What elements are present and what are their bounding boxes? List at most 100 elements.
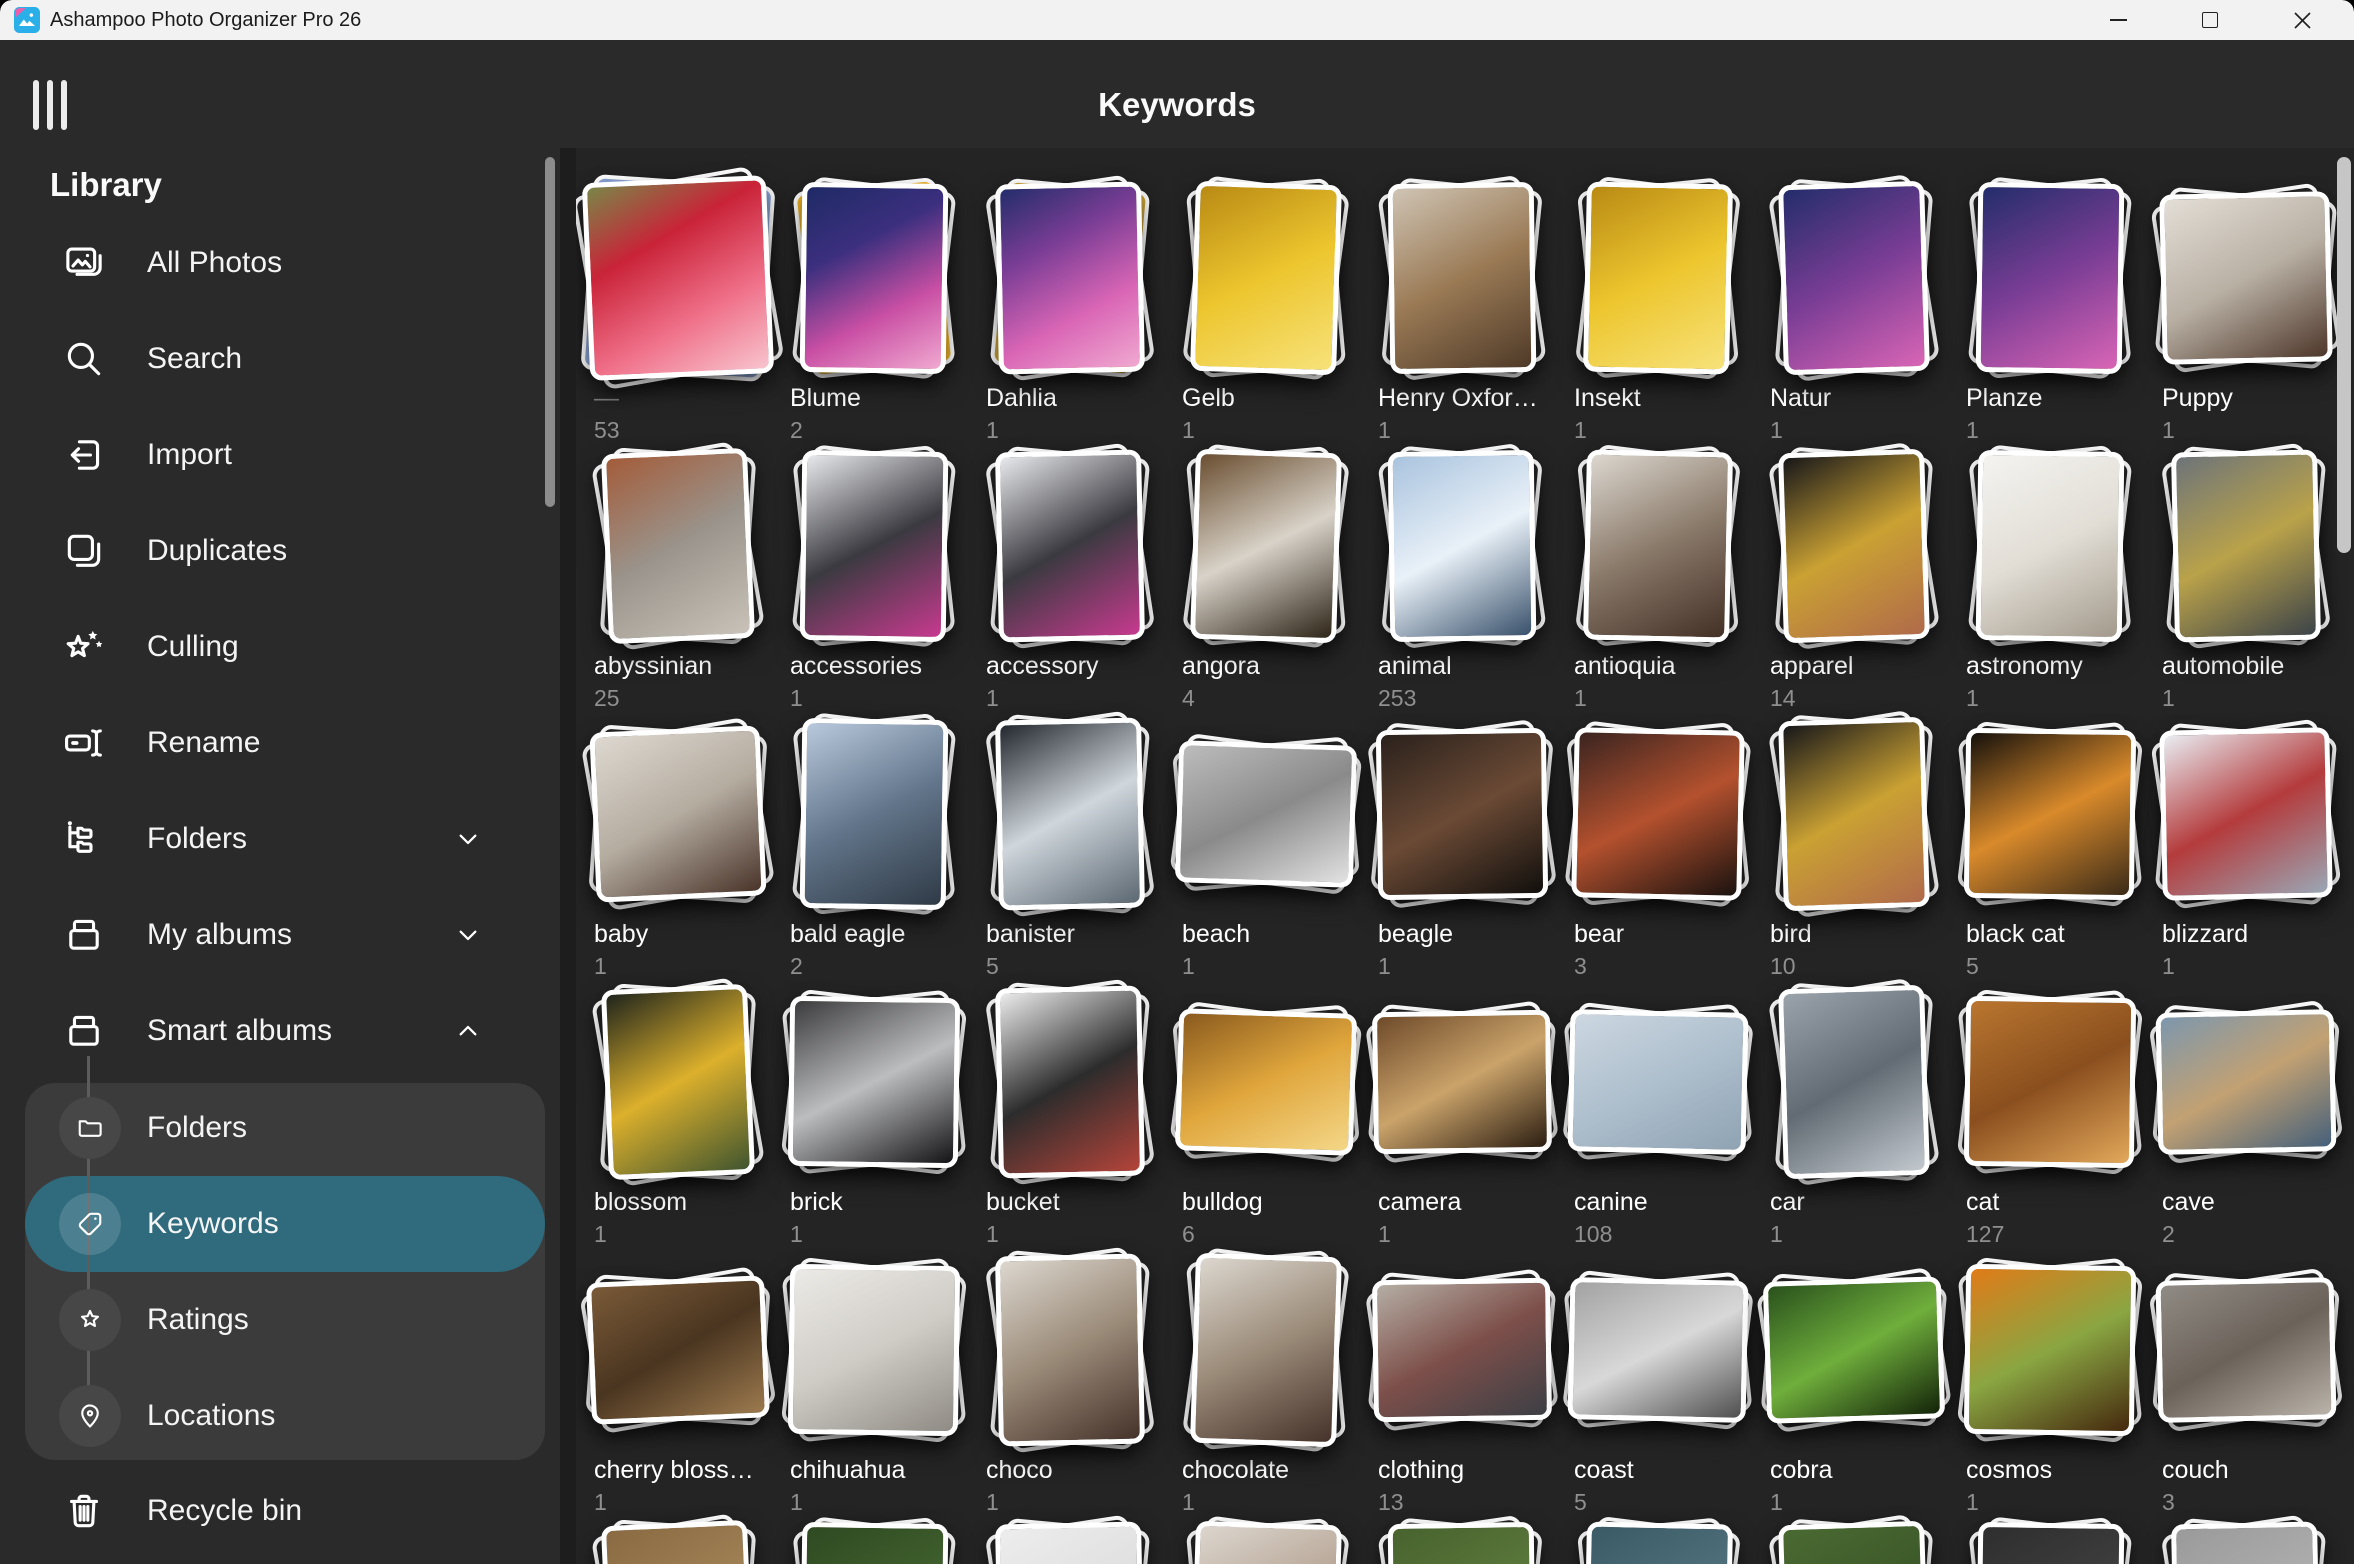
keyword-tile[interactable]: cosmos 1 xyxy=(1952,1250,2148,1518)
photo-stack xyxy=(1958,178,2142,378)
sidebar-item-import[interactable]: Import xyxy=(0,425,545,485)
sidebar-item-rename[interactable]: Rename xyxy=(0,713,545,773)
keyword-tile[interactable] xyxy=(1364,1518,1560,1564)
keyword-tile[interactable]: baby 1 xyxy=(580,714,776,982)
sidebar-item-duplicates[interactable]: Duplicates xyxy=(0,521,545,581)
keyword-tile[interactable] xyxy=(580,1518,776,1564)
keyword-thumbnail xyxy=(1763,1276,1945,1424)
keyword-tile[interactable]: astronomy 1 xyxy=(1952,446,2148,714)
sidebar-item-all-photos[interactable]: All Photos xyxy=(0,233,545,293)
keyword-tile[interactable]: apparel 14 xyxy=(1756,446,1952,714)
keyword-tile[interactable] xyxy=(1168,1518,1364,1564)
keyword-tile[interactable]: beach 1 xyxy=(1168,714,1364,982)
keyword-tile[interactable]: Gelb 1 xyxy=(1168,178,1364,446)
keyword-tile[interactable]: bucket 1 xyxy=(972,982,1168,1250)
keyword-tile[interactable]: chocolate 1 xyxy=(1168,1250,1364,1518)
sidebar-item-label: Folders xyxy=(147,822,247,856)
sidebar-item-search[interactable]: Search xyxy=(0,329,545,389)
keyword-tile[interactable]: bulldog 6 xyxy=(1168,982,1364,1250)
keyword-count: 4 xyxy=(1182,685,1364,712)
photo-stack xyxy=(1566,714,1750,914)
close-button[interactable] xyxy=(2279,0,2325,40)
keyword-tile[interactable]: camera 1 xyxy=(1364,982,1560,1250)
keyword-tile[interactable]: chihuahua 1 xyxy=(776,1250,972,1518)
titlebar: Ashampoo Photo Organizer Pro 26 xyxy=(0,0,2354,40)
keyword-tile[interactable] xyxy=(972,1518,1168,1564)
sidebar-item-my-albums[interactable]: My albums xyxy=(0,905,545,965)
keyword-tile[interactable]: accessories 1 xyxy=(776,446,972,714)
keyword-tile[interactable]: car 1 xyxy=(1756,982,1952,1250)
keyword-tile[interactable]: cherry bloss… 1 xyxy=(580,1250,776,1518)
keyword-tile[interactable]: angora 4 xyxy=(1168,446,1364,714)
keyword-thumbnail xyxy=(800,718,949,910)
keyword-tile[interactable]: blizzard 1 xyxy=(2148,714,2344,982)
keyword-thumbnail xyxy=(2171,1521,2321,1564)
keyword-tile[interactable]: Dahlia 1 xyxy=(972,178,1168,446)
keyword-tile[interactable] xyxy=(1560,1518,1756,1564)
photo-stack xyxy=(1958,714,2142,914)
chevron-down-icon[interactable] xyxy=(452,919,484,951)
chevron-up-icon[interactable] xyxy=(452,1015,484,1047)
sidebar-item-folders[interactable]: Folders xyxy=(0,809,545,869)
keyword-tile[interactable]: abyssinian 25 xyxy=(580,446,776,714)
keyword-tile[interactable]: banister 5 xyxy=(972,714,1168,982)
photo-stack xyxy=(2154,982,2338,1182)
keyword-label: angora xyxy=(1182,652,1364,681)
keyword-tile[interactable]: cat 127 xyxy=(1952,982,2148,1250)
photo-stack xyxy=(1958,1518,2142,1564)
keyword-tile[interactable] xyxy=(776,1518,972,1564)
keyword-tile[interactable]: accessory 1 xyxy=(972,446,1168,714)
keyword-tile[interactable]: Insekt 1 xyxy=(1560,178,1756,446)
keyword-tile[interactable]: bald eagle 2 xyxy=(776,714,972,982)
keyword-tile[interactable]: coast 5 xyxy=(1560,1250,1756,1518)
keyword-tile[interactable]: beagle 1 xyxy=(1364,714,1560,982)
sidebar-item-culling[interactable]: Culling xyxy=(0,617,545,677)
keyword-tile[interactable]: brick 1 xyxy=(776,982,972,1250)
sidebar-subitem-folders[interactable]: Folders xyxy=(0,1097,545,1159)
keyword-label: beach xyxy=(1182,920,1364,949)
keyword-tile[interactable]: antioquia 1 xyxy=(1560,446,1756,714)
keyword-tile[interactable]: choco 1 xyxy=(972,1250,1168,1518)
photo-stack xyxy=(2154,1518,2338,1564)
maximize-button[interactable] xyxy=(2187,0,2233,40)
chevron-down-icon[interactable] xyxy=(452,823,484,855)
keyword-tile[interactable]: black cat 5 xyxy=(1952,714,2148,982)
photo-stack xyxy=(1762,714,1946,914)
photo-stack xyxy=(978,1518,1162,1564)
keyword-tile[interactable] xyxy=(1952,1518,2148,1564)
keyword-tile[interactable]: animal 253 xyxy=(1364,446,1560,714)
keyword-tile[interactable]: Henry Oxfor… 1 xyxy=(1364,178,1560,446)
keyword-tile[interactable]: bear 3 xyxy=(1560,714,1756,982)
keyword-tile[interactable] xyxy=(1756,1518,1952,1564)
photo-stack xyxy=(1566,982,1750,1182)
keyword-tile[interactable]: automobile 1 xyxy=(2148,446,2344,714)
minimize-button[interactable] xyxy=(2095,0,2141,40)
keyword-count: 2 xyxy=(2162,1221,2344,1248)
keyword-tile[interactable]: bird 10 xyxy=(1756,714,1952,982)
keyword-tile[interactable]: cobra 1 xyxy=(1756,1250,1952,1518)
sidebar-subitem-ratings[interactable]: Ratings xyxy=(0,1289,545,1351)
sidebar-item-label: Search xyxy=(147,342,242,376)
sidebar-scrollbar-thumb[interactable] xyxy=(545,157,555,507)
grid-scrollbar-thumb[interactable] xyxy=(2337,157,2351,553)
keyword-tile[interactable] xyxy=(2148,1518,2344,1564)
sidebar-item-smart-albums[interactable]: Smart albums xyxy=(0,1001,545,1061)
keyword-count: 1 xyxy=(790,1221,972,1248)
sidebar-subitem-locations[interactable]: Locations xyxy=(0,1385,545,1447)
keyword-tile[interactable]: Natur 1 xyxy=(1756,178,1952,446)
sidebar-item-recycle-bin[interactable]: Recycle bin xyxy=(0,1481,545,1541)
sidebar-subitem-keywords[interactable]: Keywords xyxy=(0,1193,545,1255)
keyword-tile[interactable]: blossom 1 xyxy=(580,982,776,1250)
keyword-tile[interactable]: clothing 13 xyxy=(1364,1250,1560,1518)
keyword-tile[interactable]: couch 3 xyxy=(2148,1250,2344,1518)
keyword-thumbnail xyxy=(2159,191,2333,365)
keyword-tile[interactable]: Planze 1 xyxy=(1952,178,2148,446)
keyword-thumbnail xyxy=(1976,1522,2125,1564)
tag-icon xyxy=(59,1193,121,1255)
keyword-tile[interactable]: cave 2 xyxy=(2148,982,2344,1250)
keyword-tile[interactable]: — 53 xyxy=(580,178,776,446)
keyword-tile[interactable]: canine 108 xyxy=(1560,982,1756,1250)
photo-stack xyxy=(1174,178,1358,378)
keyword-tile[interactable]: Puppy 1 xyxy=(2148,178,2344,446)
keyword-tile[interactable]: Blume 2 xyxy=(776,178,972,446)
